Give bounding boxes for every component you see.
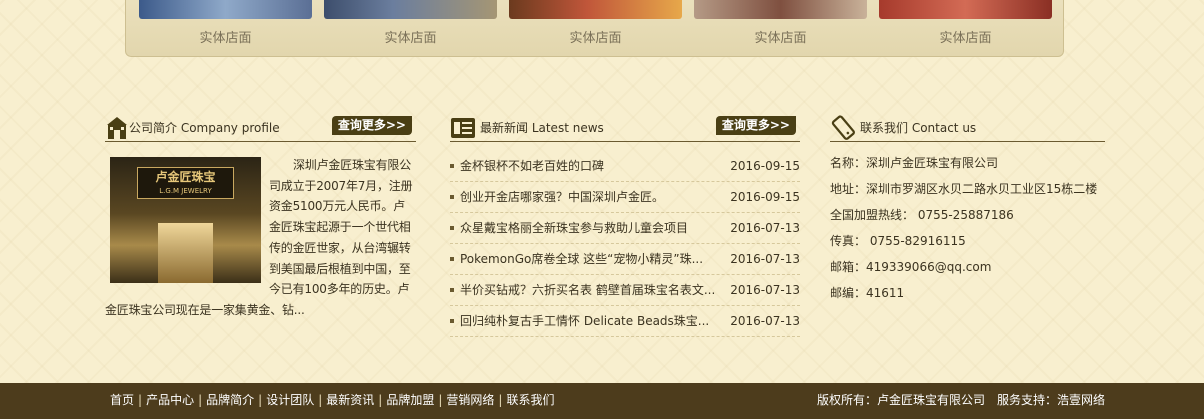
footer-separator: |	[498, 393, 503, 407]
image-sign-en: L.G.M JEWELRY	[159, 187, 212, 195]
news-list: 金杯银杯不如老百姓的口碑 2016-09-15 创业开金店哪家强？中国深圳卢金匠…	[450, 151, 800, 337]
store-card[interactable]: 实体店面	[324, 0, 497, 46]
contact-fax: 传真： 0755-82916115	[830, 234, 966, 248]
footer-separator: |	[378, 393, 383, 407]
contact-section: 联系我们 Contact us 名称：深圳卢金匠珠宝有限公司 地址：深圳市罗湖区…	[830, 114, 1105, 308]
store-icon	[105, 115, 129, 141]
news-item-date: 2016-07-13	[730, 283, 800, 297]
news-item-date: 2016-09-15	[730, 190, 800, 204]
contact-title: 联系我们 Contact us	[860, 121, 977, 135]
footer-info: 版权所有：卢金匠珠宝有限公司 服务支持：浩壹网络	[817, 383, 1105, 418]
company-header: 公司简介 Company profile 查询更多>>	[105, 114, 416, 142]
footer-link-contact[interactable]: 联系我们	[506, 393, 554, 407]
footer-separator: |	[318, 393, 323, 407]
store-card[interactable]: 实体店面	[879, 0, 1052, 46]
store-label[interactable]: 实体店面	[324, 27, 497, 46]
footer-link-network[interactable]: 营销网络	[446, 393, 494, 407]
news-section: 最新新闻 Latest news 查询更多>> 金杯银杯不如老百姓的口碑 201…	[450, 114, 800, 337]
footer-separator: |	[258, 393, 263, 407]
footer-link-brand[interactable]: 品牌简介	[206, 393, 254, 407]
footer-nav: 首页 | 产品中心 | 品牌简介 | 设计团队 | 最新资讯 | 品牌加盟 | 营销网络 | 联系我们	[110, 383, 554, 418]
contact-header: 联系我们 Contact us	[830, 114, 1105, 142]
copyright-text: 版权所有：卢金匠珠宝有限公司	[816, 393, 985, 407]
news-icon	[450, 115, 475, 141]
news-item-date: 2016-09-15	[730, 159, 800, 173]
store-photo[interactable]	[509, 0, 682, 19]
news-item[interactable]: 回归纯朴复古手工情怀 Delicate Beads珠宝... 2016-07-1…	[450, 306, 800, 337]
bullet-icon	[450, 257, 454, 261]
news-item[interactable]: 众星戴宝格丽全新珠宝参与救助儿童会项目 2016-07-13	[450, 213, 800, 244]
contact-list: 名称：深圳卢金匠珠宝有限公司 地址：深圳市罗湖区水贝二路水贝工业区15栋二楼 全…	[830, 152, 1105, 308]
company-title: 公司简介 Company profile	[129, 121, 280, 135]
news-item-date: 2016-07-13	[730, 314, 800, 328]
footer-separator: |	[138, 393, 143, 407]
company-section: 公司简介 Company profile 查询更多>> 卢金匠珠宝 L.G.M …	[105, 114, 416, 321]
store-card[interactable]: 实体店面	[509, 0, 682, 46]
news-header: 最新新闻 Latest news 查询更多>>	[450, 114, 800, 142]
contact-email: 邮箱：419339066@qq.com	[830, 260, 992, 274]
news-item[interactable]: PokemonGo席卷全球 这些“宠物小精灵”珠... 2016-07-13	[450, 244, 800, 275]
footer-link-franchise[interactable]: 品牌加盟	[386, 393, 434, 407]
store-photo[interactable]	[324, 0, 497, 19]
footer-link-home[interactable]: 首页	[110, 393, 134, 407]
news-more-button[interactable]: 查询更多>>	[715, 116, 796, 135]
contact-postcode: 邮编：41611	[830, 286, 905, 300]
footer-separator: |	[438, 393, 443, 407]
news-item[interactable]: 半价买钻戒？六折买名表 鹤壁首届珠宝名表文... 2016-07-13	[450, 275, 800, 306]
news-item-title[interactable]: 回归纯朴复古手工情怀 Delicate Beads珠宝...	[460, 306, 722, 337]
bullet-icon	[450, 226, 454, 230]
company-more-button[interactable]: 查询更多>>	[331, 116, 412, 135]
news-item-title[interactable]: 创业开金店哪家强？中国深圳卢金匠。	[460, 182, 722, 213]
store-label[interactable]: 实体店面	[879, 27, 1052, 46]
store-label[interactable]: 实体店面	[509, 27, 682, 46]
support-text: 服务支持：浩壹网络	[996, 393, 1105, 407]
image-sign: 卢金匠珠宝	[155, 170, 216, 184]
news-item[interactable]: 金杯银杯不如老百姓的口碑 2016-09-15	[450, 151, 800, 182]
news-item-title[interactable]: 众星戴宝格丽全新珠宝参与救助儿童会项目	[460, 213, 722, 244]
footer: 首页 | 产品中心 | 品牌简介 | 设计团队 | 最新资讯 | 品牌加盟 | 营销网络 | 联系我们 版权…	[0, 383, 1204, 419]
news-title: 最新新闻 Latest news	[480, 121, 604, 135]
news-item-date: 2016-07-13	[730, 221, 800, 235]
company-storefront-image[interactable]: 卢金匠珠宝 L.G.M JEWELRY	[110, 157, 261, 283]
footer-link-news[interactable]: 最新资讯	[326, 393, 374, 407]
store-photo[interactable]	[139, 0, 312, 19]
store-label[interactable]: 实体店面	[139, 27, 312, 46]
news-item-title[interactable]: 金杯银杯不如老百姓的口碑	[460, 151, 722, 182]
footer-link-design-team[interactable]: 设计团队	[266, 393, 314, 407]
footer-separator: |	[198, 393, 203, 407]
bullet-icon	[450, 195, 454, 199]
footer-link-products[interactable]: 产品中心	[146, 393, 194, 407]
contact-name: 名称：深圳卢金匠珠宝有限公司	[830, 156, 999, 170]
store-gallery: 实体店面 实体店面 实体店面 实体店面 实体店面	[125, 0, 1064, 57]
news-item-date: 2016-07-13	[730, 252, 800, 266]
bullet-icon	[450, 319, 454, 323]
news-item-title[interactable]: PokemonGo席卷全球 这些“宠物小精灵”珠...	[460, 244, 722, 275]
news-item[interactable]: 创业开金店哪家强？中国深圳卢金匠。 2016-09-15	[450, 182, 800, 213]
store-label[interactable]: 实体店面	[694, 27, 867, 46]
store-card[interactable]: 实体店面	[139, 0, 312, 46]
contact-address: 地址：深圳市罗湖区水贝二路水贝工业区15栋二楼	[830, 182, 1098, 196]
store-photo[interactable]	[694, 0, 867, 19]
phone-icon	[830, 115, 855, 141]
bullet-icon	[450, 288, 454, 292]
store-photo[interactable]	[879, 0, 1052, 19]
news-item-title[interactable]: 半价买钻戒？六折买名表 鹤壁首届珠宝名表文...	[460, 275, 722, 306]
store-card[interactable]: 实体店面	[694, 0, 867, 46]
company-body: 卢金匠珠宝 L.G.M JEWELRY 深圳卢金匠珠宝有限公司成立于2007年7…	[105, 155, 416, 321]
bullet-icon	[450, 164, 454, 168]
contact-hotline: 全国加盟热线： 0755-25887186	[830, 208, 1014, 222]
